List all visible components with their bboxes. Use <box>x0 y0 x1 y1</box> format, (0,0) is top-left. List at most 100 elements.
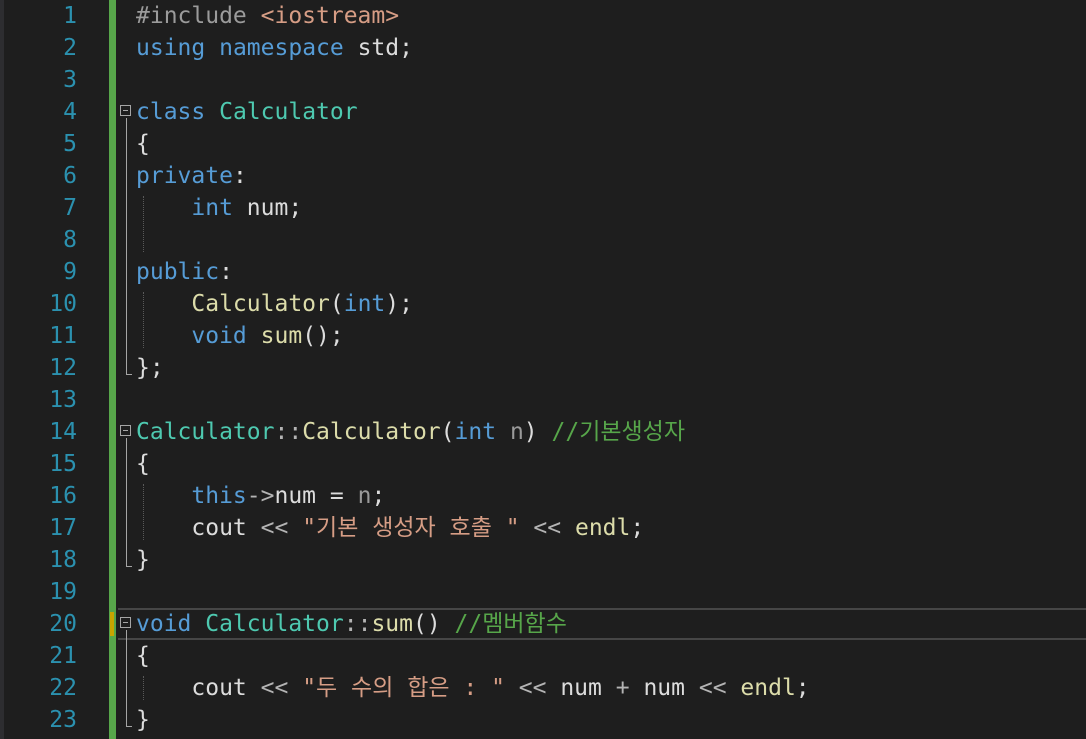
code-line[interactable]: 5{ <box>0 128 1086 160</box>
code-token: << <box>533 515 562 541</box>
code-line[interactable]: 15 { <box>0 448 1086 480</box>
code-line-content[interactable]: class Calculator <box>118 96 1086 128</box>
code-line-content[interactable]: public: <box>118 256 1086 288</box>
collapse-fold-icon[interactable] <box>120 617 131 628</box>
line-number: 21 <box>49 643 77 669</box>
code-line-content[interactable] <box>118 64 1086 96</box>
code-token: "기본 생성자 호출 " <box>302 515 520 541</box>
code-line[interactable]: 4 class Calculator <box>0 96 1086 128</box>
collapse-fold-icon[interactable] <box>120 425 131 436</box>
outline-bracket <box>126 118 127 374</box>
code-line[interactable]: 6 private: <box>0 160 1086 192</box>
code-token: << <box>518 675 547 701</box>
code-line-content[interactable]: cout << "두 수의 합은 : " << num + num << end… <box>118 672 1086 704</box>
code-token: #include <box>136 3 261 29</box>
code-line-content[interactable]: { <box>118 448 1086 480</box>
code-text: void sum(); <box>136 320 344 352</box>
code-line[interactable]: 22 cout << "두 수의 합은 : " << num + num << … <box>0 672 1086 704</box>
code-line-content[interactable]: cout << "기본 생성자 호출 " << endl; <box>118 512 1086 544</box>
code-line[interactable]: 17 cout << "기본 생성자 호출 " << endl; <box>0 512 1086 544</box>
code-token: () <box>412 611 455 637</box>
code-editor[interactable]: 1 #include <iostream> 2 using namespace std… <box>0 0 1086 739</box>
code-line-content[interactable] <box>118 224 1086 256</box>
code-text: class Calculator <box>136 96 358 128</box>
code-line-content[interactable]: { <box>118 128 1086 160</box>
code-token: num = <box>274 483 358 509</box>
current-line-marker <box>110 612 114 636</box>
code-line[interactable]: 10 Calculator(int); <box>0 288 1086 320</box>
code-token: :: <box>343 611 372 637</box>
code-line[interactable]: 7 int num; <box>0 192 1086 224</box>
code-line-content[interactable]: Calculator(int); <box>118 288 1086 320</box>
code-line-content[interactable]: } <box>118 704 1086 736</box>
code-line[interactable]: 14 Calculator::Calculator(int n) //기본생성자 <box>0 416 1086 448</box>
code-token: std; <box>343 35 413 61</box>
code-line-content[interactable]: } <box>118 544 1086 576</box>
code-token: //멤버함수 <box>454 611 567 637</box>
code-token: ( <box>329 291 344 317</box>
code-token: int <box>343 291 386 317</box>
code-line[interactable]: 3 <box>0 64 1086 96</box>
code-token: n <box>357 483 372 509</box>
code-token: << <box>260 675 289 701</box>
code-line-content[interactable]: void sum(); <box>118 320 1086 352</box>
code-line-content[interactable]: using namespace std; <box>118 32 1086 64</box>
code-line-content[interactable]: int num; <box>118 192 1086 224</box>
code-line[interactable]: 13 <box>0 384 1086 416</box>
code-text: { <box>136 128 150 160</box>
code-token: class <box>136 99 206 125</box>
code-line-content[interactable] <box>118 576 1086 608</box>
code-line[interactable]: 21 { <box>0 640 1086 672</box>
code-token: ); <box>385 291 413 317</box>
code-token: Calculator <box>219 99 358 125</box>
code-token: (); <box>302 323 344 349</box>
line-number: 9 <box>63 259 77 285</box>
code-line[interactable]: 12}; <box>0 352 1086 384</box>
code-line[interactable]: 2 using namespace std; <box>0 32 1086 64</box>
code-line-content[interactable]: #include <iostream> <box>118 0 1086 32</box>
collapse-fold-icon[interactable] <box>120 105 131 116</box>
code-line-content[interactable]: Calculator::Calculator(int n) //기본생성자 <box>118 416 1086 448</box>
indent-guide <box>143 292 144 348</box>
code-line[interactable]: 9 public: <box>0 256 1086 288</box>
code-line-content[interactable]: { <box>118 640 1086 672</box>
code-line-content[interactable]: void Calculator::sum() //멤버함수 <box>118 608 1086 640</box>
code-line[interactable]: 8 <box>0 224 1086 256</box>
code-token: num <box>629 675 699 701</box>
code-line[interactable]: 11 void sum(); <box>0 320 1086 352</box>
code-token: << <box>260 515 289 541</box>
code-token: private <box>136 163 233 189</box>
outline-bracket-end <box>126 566 132 567</box>
code-token: } <box>136 707 150 733</box>
code-line[interactable]: 23} <box>0 704 1086 736</box>
code-line-content[interactable] <box>118 384 1086 416</box>
code-line[interactable]: 16 this->num = n; <box>0 480 1086 512</box>
code-token: ; <box>795 675 810 701</box>
code-token: }; <box>136 355 164 381</box>
line-number: 11 <box>49 323 77 349</box>
code-token: void <box>191 323 247 349</box>
code-line[interactable]: 18} <box>0 544 1086 576</box>
code-token: endl <box>740 675 796 701</box>
line-number: 4 <box>63 99 77 125</box>
line-number: 17 <box>49 515 77 541</box>
code-line-content[interactable]: }; <box>118 352 1086 384</box>
code-token: namespace <box>219 35 344 61</box>
code-text: Calculator(int); <box>136 288 413 320</box>
code-token: //기본생성자 <box>551 419 686 445</box>
code-text: int num; <box>136 192 302 224</box>
code-token: ; <box>630 515 645 541</box>
code-line[interactable]: 1 #include <iostream> <box>0 0 1086 32</box>
code-line-content[interactable]: this->num = n; <box>118 480 1086 512</box>
code-line[interactable]: 20 void Calculator::sum() //멤버함수 <box>0 608 1086 640</box>
code-line[interactable]: 19 <box>0 576 1086 608</box>
code-token: + <box>615 675 630 701</box>
code-line-content[interactable]: private: <box>118 160 1086 192</box>
